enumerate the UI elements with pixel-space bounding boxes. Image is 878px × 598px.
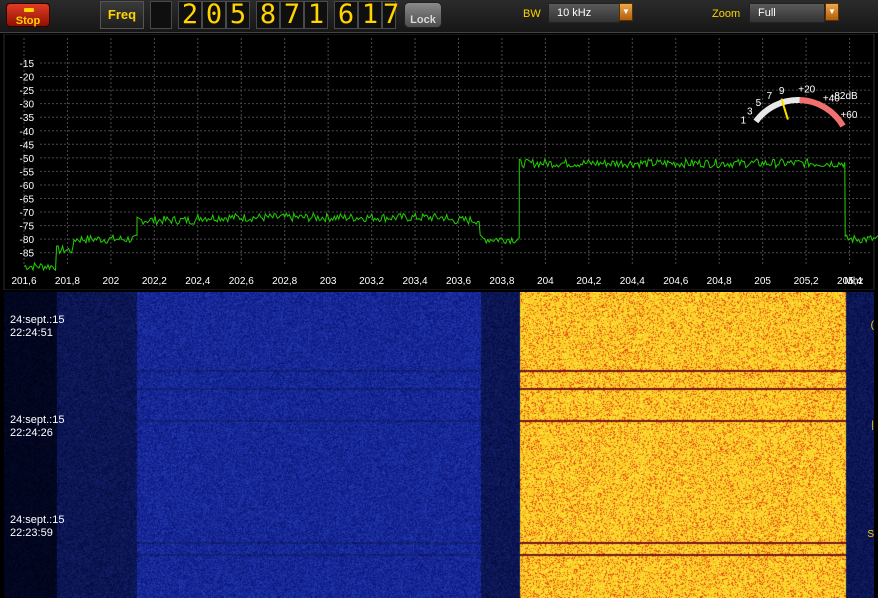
x-tick-label: 202	[103, 276, 120, 287]
x-tick-label: 203,8	[489, 276, 514, 287]
side-mark: (	[870, 320, 874, 331]
y-tick-label: -60	[20, 181, 35, 192]
x-unit-label: Mhz	[845, 276, 864, 287]
y-tick-label: -65	[20, 195, 35, 206]
lock-button[interactable]: Lock	[404, 2, 442, 28]
x-tick-label: 204	[537, 276, 554, 287]
side-mark: |	[871, 420, 874, 431]
y-tick-label: -55	[20, 167, 35, 178]
x-tick-label: 203,6	[446, 276, 471, 287]
zoom-dropdown-arrow-icon[interactable]: ▼	[825, 3, 839, 21]
frequency-digit[interactable]: 0	[202, 1, 226, 29]
frequency-digit-blank	[150, 1, 172, 29]
x-tick-label: 202,6	[229, 276, 254, 287]
s-meter-scale-label: 7	[767, 91, 773, 102]
s-meter-scale-label: 9	[779, 86, 785, 97]
y-tick-label: -30	[20, 100, 35, 111]
frequency-digit[interactable]: 2	[178, 1, 202, 29]
frequency-digit[interactable]: 1	[358, 1, 382, 29]
y-tick-label: -75	[20, 222, 35, 233]
waterfall-timestamp: 24:sept.:15 22:23:59	[10, 514, 64, 540]
zoom-label: Zoom	[712, 8, 741, 20]
spectrum-panel[interactable]: -15 -20 -25 -30 -35 -40 -45 -50 -55 -60 -65 -70 -75 -…	[0, 33, 878, 291]
toolbar: Stop Freq 2 0 5 8 7 1 6 1 7 Lock BW 10 k…	[0, 0, 878, 33]
frequency-digit[interactable]: 7	[382, 1, 399, 29]
side-mark: S	[867, 529, 874, 540]
y-tick-label: -85	[20, 249, 35, 260]
frequency-digit[interactable]: 7	[280, 1, 304, 29]
y-tick-label: -80	[20, 235, 35, 246]
x-tick-label: 205	[754, 276, 771, 287]
frequency-digit[interactable]: 8	[256, 1, 280, 29]
x-tick-label: 201,8	[55, 276, 80, 287]
x-tick-label: 202,4	[185, 276, 210, 287]
waterfall-timestamp: 24:sept.:15 22:24:51	[10, 314, 64, 340]
y-tick-label: -50	[20, 154, 35, 165]
y-tick-label: -20	[20, 73, 35, 84]
timestamp-time: 22:24:51	[10, 327, 53, 339]
x-tick-label: 202,2	[142, 276, 167, 287]
waterfall-image	[4, 292, 874, 598]
stop-led-icon	[24, 8, 34, 12]
y-tick-label: -35	[20, 113, 35, 124]
timestamp-time: 22:24:26	[10, 427, 53, 439]
y-axis-labels: -15 -20 -25 -30 -35 -40 -45 -50 -55 -60 -65 -70 -75 -…	[20, 59, 35, 260]
s-meter-scale-label: 5	[756, 98, 762, 109]
s-meter-scale-label: +20	[798, 85, 815, 96]
timestamp-date: 24:sept.:15	[10, 314, 65, 326]
x-tick-label: 202,8	[272, 276, 297, 287]
bw-dropdown-arrow-icon[interactable]: ▼	[619, 3, 633, 21]
y-tick-label: -45	[20, 140, 35, 151]
frequency-digit[interactable]: 1	[304, 1, 328, 29]
x-tick-label: 204,8	[707, 276, 732, 287]
waterfall-timestamp: 24:sept.:15 22:24:26	[10, 414, 64, 440]
timestamp-date: 24:sept.:15	[10, 414, 65, 426]
bw-label: BW	[523, 8, 541, 20]
x-tick-label: 204,4	[620, 276, 645, 287]
x-tick-label: 203	[320, 276, 337, 287]
x-tick-label: 203,4	[403, 276, 428, 287]
frequency-digit[interactable]: 6	[334, 1, 358, 29]
y-tick-label: -15	[20, 59, 35, 70]
timestamp-time: 22:23:59	[10, 527, 53, 539]
x-tick-label: 201,6	[11, 276, 36, 287]
y-tick-label: -70	[20, 208, 35, 219]
x-tick-label: 205,2	[794, 276, 819, 287]
frequency-digit[interactable]: 5	[226, 1, 250, 29]
waterfall-panel[interactable]: 24:sept.:15 22:24:51 24:sept.:15 22:24:2…	[4, 292, 874, 598]
y-tick-label: -25	[20, 86, 35, 97]
x-tick-label: 204,2	[576, 276, 601, 287]
s-meter-scale-label: 3	[747, 107, 753, 118]
stop-button[interactable]: Stop	[6, 3, 50, 27]
zoom-select[interactable]: Full	[749, 3, 825, 23]
stop-label: Stop	[15, 15, 41, 27]
x-tick-label: 203,2	[359, 276, 384, 287]
s-meter-reading: -82dB	[831, 91, 858, 102]
bw-select[interactable]: 10 kHz	[548, 3, 620, 23]
x-tick-label: 204,6	[663, 276, 688, 287]
freq-button[interactable]: Freq	[100, 1, 144, 29]
s-meter-scale-label: 1	[741, 116, 747, 127]
y-tick-label: -40	[20, 127, 35, 138]
timestamp-date: 24:sept.:15	[10, 514, 65, 526]
s-meter-scale-label: +60	[840, 110, 857, 121]
spectrum-plot[interactable]: -15 -20 -25 -30 -35 -40 -45 -50 -55 -60 -65 -70 -75 -…	[0, 33, 878, 291]
